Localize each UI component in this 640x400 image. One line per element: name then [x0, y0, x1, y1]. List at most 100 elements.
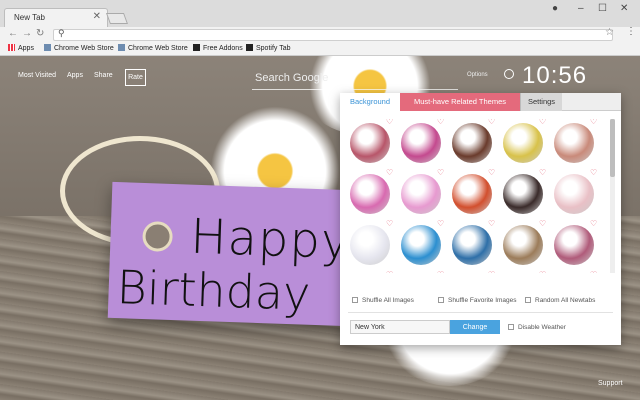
option-label: Random All Newtabs — [535, 297, 596, 304]
bookmarks-bar: Apps Chrome Web Store Chrome Web Store F… — [0, 42, 640, 56]
close-icon[interactable]: ✕ — [93, 11, 101, 22]
random-newtabs-option[interactable]: Random All Newtabs — [525, 297, 595, 304]
nav-share[interactable]: Share — [94, 72, 113, 79]
new-tab-button[interactable] — [105, 13, 129, 24]
nav-apps[interactable]: Apps — [67, 72, 83, 79]
checkbox[interactable] — [508, 324, 514, 330]
panel-tabs: Background Must-have Related Themes Sett… — [340, 93, 621, 111]
shuffle-all-option[interactable]: Shuffle All Images — [352, 297, 414, 304]
spotify-icon — [246, 44, 253, 51]
tab-strip: New Tab ✕ ● – ☐ ✕ — [0, 0, 640, 27]
search-box — [252, 68, 458, 90]
checkbox[interactable] — [525, 297, 531, 303]
disable-weather-option[interactable]: Disable Weather — [508, 324, 566, 331]
tag-text-birthday: Birthday — [115, 260, 312, 321]
reload-icon[interactable]: ↻ — [36, 28, 44, 39]
background-thumbnail[interactable] — [452, 123, 492, 163]
favorite-heart-icon[interactable]: ♡ — [437, 168, 444, 177]
favorite-heart-icon[interactable]: ♡ — [539, 270, 546, 273]
nav-most-visited[interactable]: Most Visited — [18, 72, 56, 79]
favorite-heart-icon[interactable]: ♡ — [539, 168, 546, 177]
maximize-icon[interactable]: ☐ — [598, 3, 607, 14]
favorite-heart-icon[interactable]: ♡ — [539, 219, 546, 228]
favorite-heart-icon[interactable]: ♡ — [488, 168, 495, 177]
scrollbar[interactable] — [610, 119, 615, 273]
favorite-heart-icon[interactable]: ♡ — [590, 168, 597, 177]
window-close-icon[interactable]: ✕ — [620, 3, 628, 14]
bookmark-free-addons[interactable]: Free Addons — [193, 44, 243, 52]
tab-background[interactable]: Background — [340, 93, 400, 111]
favorite-heart-icon[interactable]: ♡ — [590, 270, 597, 273]
background-thumbnail[interactable] — [350, 123, 390, 163]
clock: 10:56 — [522, 62, 588, 89]
background-thumbnail[interactable] — [452, 225, 492, 265]
forward-icon[interactable]: → — [22, 28, 32, 39]
favorite-heart-icon[interactable]: ♡ — [539, 119, 546, 126]
options-panel: Background Must-have Related Themes Sett… — [340, 93, 621, 345]
tab-must-have-themes[interactable]: Must-have Related Themes — [400, 93, 520, 111]
bookmark-label: Chrome Web Store — [128, 45, 188, 52]
background-thumbnail[interactable] — [401, 123, 441, 163]
scroll-thumb[interactable] — [610, 119, 615, 177]
option-label: Shuffle Favorite Images — [448, 297, 517, 304]
background-thumbnail-grid: ♡ ♡ ♡ ♡ ♡ ♡ ♡ ♡ ♡ ♡ ♡ ♡ ♡ ♡ ♡ ♡ ♡ ♡ ♡ ♡ — [346, 119, 608, 273]
rate-button[interactable]: Rate — [125, 69, 146, 86]
options-link[interactable]: Options — [467, 72, 488, 78]
change-city-button[interactable]: Change City — [450, 320, 500, 345]
address-bar[interactable]: ⚲ — [53, 28, 613, 41]
favorite-heart-icon[interactable]: ♡ — [386, 119, 393, 126]
favorite-heart-icon[interactable]: ♡ — [386, 168, 393, 177]
background-thumbnail[interactable] — [503, 123, 543, 163]
divider — [348, 312, 613, 313]
favorite-heart-icon[interactable]: ♡ — [386, 219, 393, 228]
chrome-web-store-icon — [118, 44, 125, 51]
bookmark-label: Spotify Tab — [256, 45, 291, 52]
tab-new-tab[interactable]: New Tab ✕ — [4, 8, 108, 27]
bookmark-spotify-tab[interactable]: Spotify Tab — [246, 44, 291, 52]
background-thumbnail[interactable] — [554, 123, 594, 163]
tab-title: New Tab — [14, 13, 45, 22]
background-thumbnail[interactable] — [503, 174, 543, 214]
addons-icon — [193, 44, 200, 51]
favorite-heart-icon[interactable]: ♡ — [386, 270, 393, 273]
background-thumbnail[interactable] — [554, 174, 594, 214]
tag-hole — [142, 220, 174, 252]
bookmark-chrome-web-store-2[interactable]: Chrome Web Store — [118, 44, 188, 52]
favorite-heart-icon[interactable]: ♡ — [437, 219, 444, 228]
shuffle-favorite-option[interactable]: Shuffle Favorite Images — [438, 297, 517, 304]
background-thumbnail[interactable] — [554, 225, 594, 265]
profile-icon[interactable]: ● — [552, 3, 558, 14]
bookmark-star-icon[interactable]: ☆ — [605, 27, 614, 38]
minimize-icon[interactable]: – — [578, 3, 584, 14]
background-thumbnail[interactable] — [350, 225, 390, 265]
tab-settings[interactable]: Settings — [520, 93, 562, 111]
support-link[interactable]: Support — [598, 380, 623, 387]
background-thumbnail[interactable] — [503, 225, 543, 265]
back-icon[interactable]: ← — [8, 28, 18, 39]
favorite-heart-icon[interactable]: ♡ — [437, 270, 444, 273]
search-input[interactable] — [252, 68, 458, 88]
favorite-heart-icon[interactable]: ♡ — [488, 219, 495, 228]
favorite-heart-icon[interactable]: ♡ — [488, 270, 495, 273]
menu-icon[interactable]: ⋮ — [626, 26, 636, 37]
option-label: Disable Weather — [518, 324, 566, 331]
background-thumbnail[interactable] — [401, 225, 441, 265]
clock-icon — [504, 69, 514, 79]
favorite-heart-icon[interactable]: ♡ — [590, 219, 597, 228]
birthday-tag: Happy Birthday — [107, 181, 353, 327]
background-thumbnail[interactable] — [401, 174, 441, 214]
toolbar: ← → ↻ ⚲ ☆ ⋮ — [0, 26, 640, 42]
checkbox[interactable] — [438, 297, 444, 303]
apps-grid-icon — [8, 44, 15, 51]
background-thumbnail[interactable] — [452, 174, 492, 214]
checkbox[interactable] — [352, 297, 358, 303]
favorite-heart-icon[interactable]: ♡ — [488, 119, 495, 126]
favorite-heart-icon[interactable]: ♡ — [590, 119, 597, 126]
bookmark-apps[interactable]: Apps — [8, 44, 34, 52]
bookmark-chrome-web-store[interactable]: Chrome Web Store — [44, 44, 114, 52]
bookmark-label: Free Addons — [203, 45, 243, 52]
bookmark-label: Apps — [18, 45, 34, 52]
favorite-heart-icon[interactable]: ♡ — [437, 119, 444, 126]
background-thumbnail[interactable] — [350, 174, 390, 214]
city-input[interactable] — [350, 320, 450, 334]
